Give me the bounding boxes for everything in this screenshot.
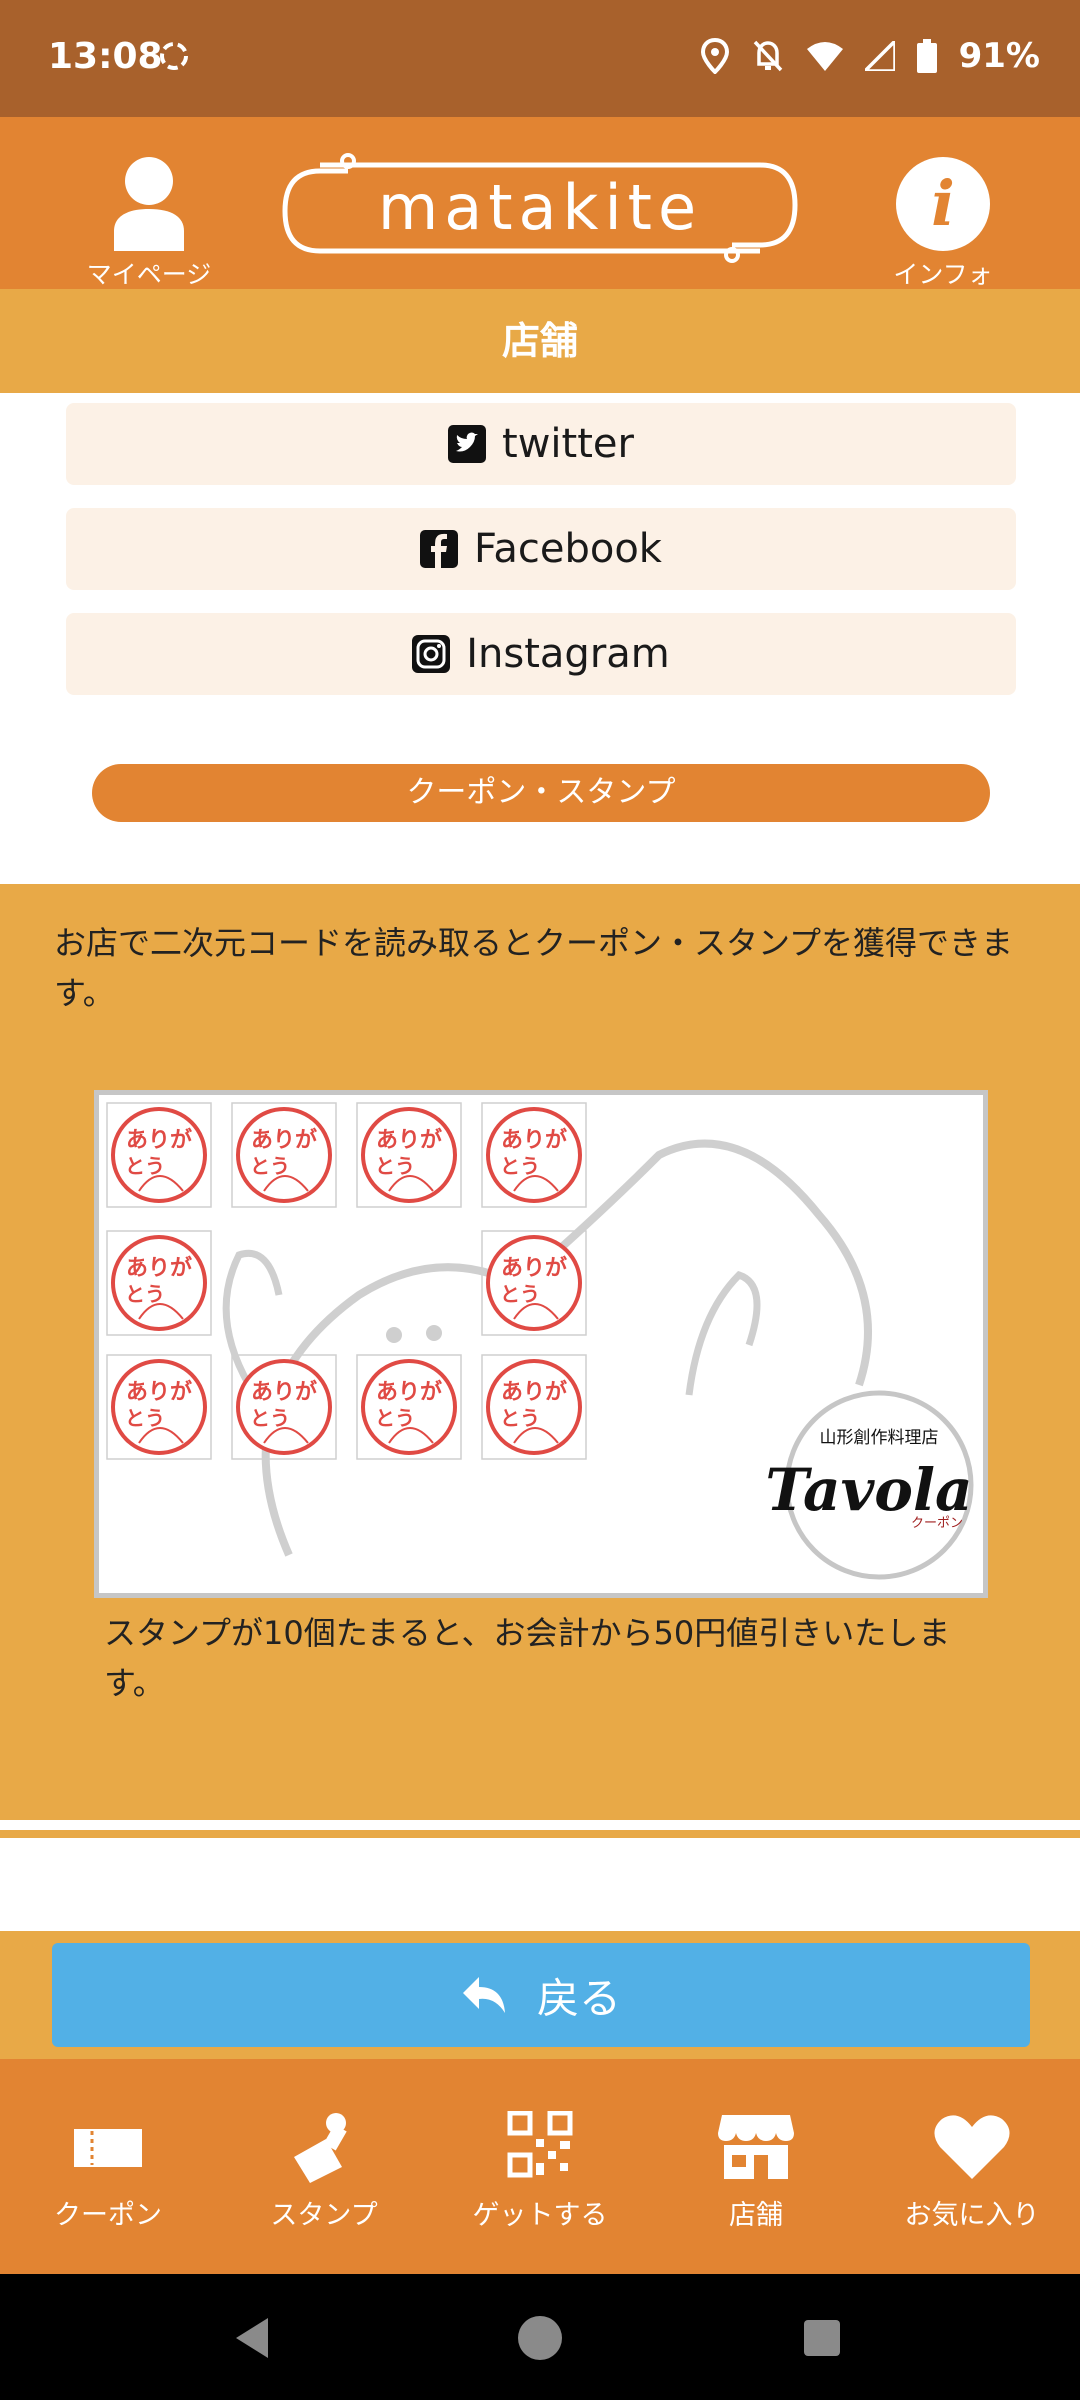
facebook-button[interactable]: Facebook — [66, 508, 1016, 590]
stamp-description: お店で二次元コードを読み取るとクーポン・スタンプを獲得できます。 — [54, 924, 1014, 1012]
shop-tagline: 山形創作料理店 — [820, 1428, 939, 1448]
divider-top — [0, 872, 1080, 884]
shop-name: Tavola — [765, 1456, 972, 1524]
home-circle-icon[interactable] — [516, 2314, 564, 2362]
stamp-text: ありが — [501, 1127, 567, 1153]
heart-icon — [934, 2115, 1010, 2179]
stamp-text: ありが — [376, 1127, 442, 1153]
section-title: 店舗 — [0, 289, 1080, 393]
signal-icon — [864, 41, 895, 71]
stamp-text: とう — [125, 1406, 165, 1430]
mypage-button[interactable]: マイページ — [74, 137, 224, 289]
notifications-off-icon — [753, 40, 782, 72]
logo-text: matakite — [377, 171, 703, 244]
ticket-icon — [74, 2129, 142, 2167]
location-icon — [700, 38, 729, 74]
stamp-text: とう — [500, 1282, 540, 1306]
twitter-button[interactable]: twitter — [66, 403, 1016, 485]
nav-stamp[interactable]: スタンプ — [216, 2059, 432, 2274]
stamp-card-image: ありが とう ありが とう ありが とう ありが とう ありが とう ありが とう ありが とう ありが とう… — [94, 1090, 988, 1598]
wifi-icon — [806, 42, 843, 71]
store-icon — [718, 2115, 794, 2179]
nav-favorites-label: お気に入り — [904, 2200, 1040, 2231]
stamp-text: とう — [125, 1154, 165, 1178]
stamp-text: とう — [375, 1154, 415, 1178]
stamp-text: ありが — [501, 1379, 567, 1405]
battery-icon — [916, 39, 937, 73]
stamp-text: ありが — [251, 1127, 317, 1153]
stamp-text: とう — [250, 1406, 290, 1430]
app-header: マイページ matakite i インフォ — [0, 117, 1080, 289]
battery-level: 91% — [958, 36, 1040, 76]
nav-coupon[interactable]: クーポン — [0, 2059, 216, 2274]
info-icon: i — [896, 157, 990, 251]
instagram-label: Instagram — [466, 631, 670, 677]
nav-store-label: 店舗 — [729, 2200, 783, 2231]
stamp-text: ありが — [251, 1379, 317, 1405]
back-triangle-icon[interactable] — [232, 2316, 272, 2360]
nav-stamp-label: スタンプ — [270, 2200, 378, 2231]
info-label: インフォ — [893, 260, 993, 289]
twitter-icon — [448, 425, 487, 463]
facebook-label: Facebook — [474, 526, 662, 572]
info-button[interactable]: i インフォ — [868, 137, 1018, 289]
shop-sub: クーポン — [911, 1516, 963, 1531]
bottom-nav: クーポン スタンプ ゲットする 店舗 お気に入り — [0, 2059, 1080, 2274]
stamp-text: ありが — [126, 1127, 192, 1153]
qr-code-icon — [507, 2111, 573, 2178]
stamp-text: とう — [500, 1154, 540, 1178]
nav-get-label: ゲットする — [472, 2200, 608, 2231]
twitter-label: twitter — [502, 421, 634, 467]
divider-bottom — [0, 1820, 1080, 1830]
sync-icon — [160, 42, 188, 70]
nav-get[interactable]: ゲットする — [432, 2059, 648, 2274]
facebook-icon — [420, 530, 459, 568]
status-bar: 13:08 91% — [0, 0, 1080, 117]
back-button[interactable]: 戻る — [52, 1943, 1030, 2047]
back-label: 戻る — [536, 1973, 621, 2023]
stamp-text: とう — [375, 1406, 415, 1430]
stamp-text: ありが — [376, 1379, 442, 1405]
status-icons: 91% — [700, 36, 1040, 76]
android-nav-bar — [0, 2274, 1080, 2400]
matakite-logo: matakite — [280, 153, 800, 263]
stamp-icon — [294, 2113, 347, 2183]
stamp-text: とう — [125, 1282, 165, 1306]
instagram-button[interactable]: Instagram — [66, 613, 1016, 695]
nav-favorites[interactable]: お気に入り — [864, 2059, 1080, 2274]
reply-arrow-icon — [462, 1977, 505, 2013]
coupon-stamp-button[interactable]: クーポン・スタンプ — [92, 764, 990, 822]
stamp-section: お店で二次元コードを読み取るとクーポン・スタンプを獲得できます。 ありが とう あり… — [0, 872, 1080, 1830]
divider — [0, 1830, 1080, 1838]
stamp-text: ありが — [126, 1379, 192, 1405]
stamp-text: とう — [250, 1154, 290, 1178]
stamp-card-art: ありがとうありがとうありがとうありがとうありがとうありがとうありがとうありがとう… — [106, 1102, 974, 1580]
nav-store[interactable]: 店舗 — [648, 2059, 864, 2274]
back-bar: 戻る — [0, 1931, 1080, 2059]
nav-coupon-label: クーポン — [54, 2200, 162, 2231]
stamp-text: ありが — [126, 1255, 192, 1281]
recents-square-icon[interactable] — [802, 2318, 842, 2358]
stamp-text: ありが — [501, 1255, 567, 1281]
user-icon — [114, 157, 184, 251]
status-time: 13:08 — [48, 36, 163, 77]
stamp-text: とう — [500, 1406, 540, 1430]
mypage-label: マイページ — [86, 260, 212, 289]
stamp-note: スタンプが10個たまると、お会計から50円値引きいたします。 — [104, 1614, 951, 1702]
instagram-icon — [412, 635, 451, 673]
